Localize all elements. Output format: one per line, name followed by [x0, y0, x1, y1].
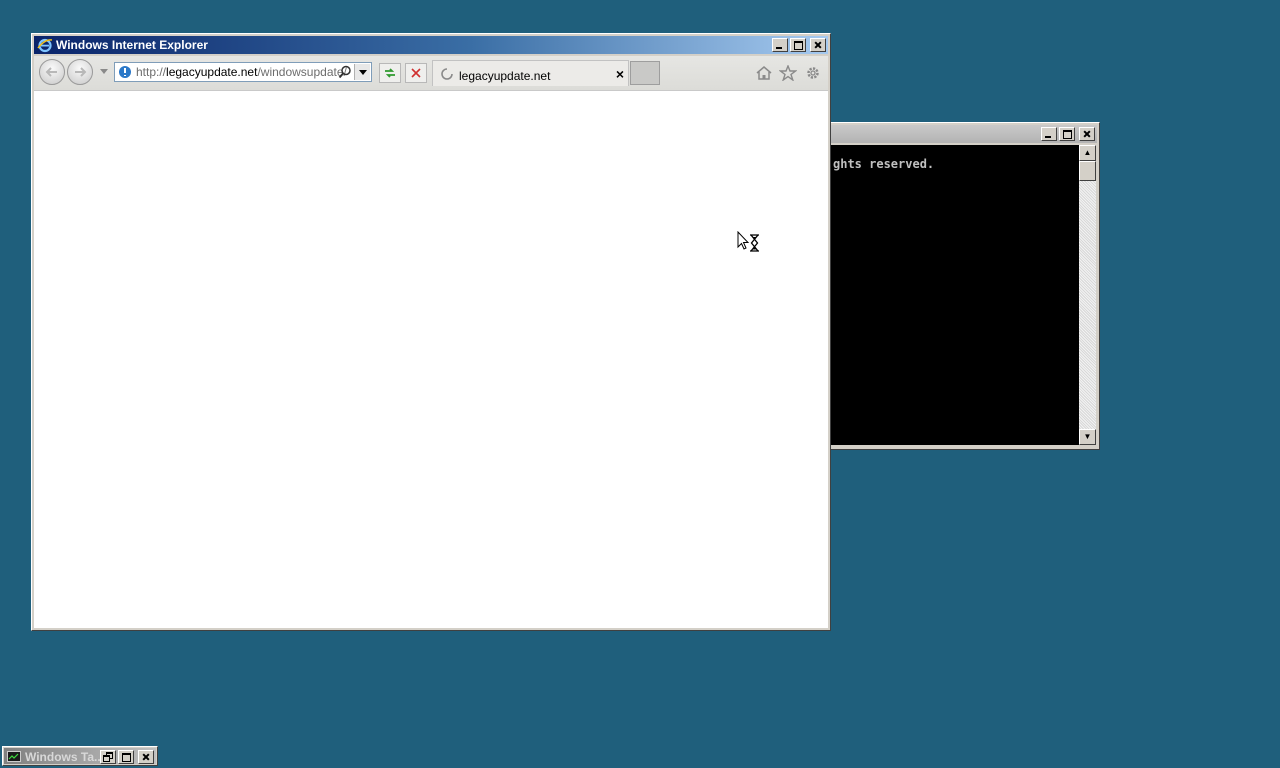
ie-minimize-button[interactable]	[772, 38, 788, 52]
busy-cursor-icon	[737, 231, 759, 252]
stop-button[interactable]	[405, 63, 427, 83]
search-icon[interactable]	[338, 65, 352, 79]
tools-gear-icon[interactable]	[804, 65, 822, 81]
home-icon[interactable]	[755, 65, 773, 81]
ie-caption-buttons	[772, 38, 826, 52]
console-close-button[interactable]	[1079, 127, 1095, 141]
restore-button[interactable]	[100, 750, 116, 764]
task-manager-icon	[7, 751, 21, 762]
address-url: http://legacyupdate.net/windowsupdate/	[136, 65, 347, 79]
refresh-button[interactable]	[379, 63, 401, 83]
console-text-line: ghts reserved.	[833, 157, 935, 171]
scroll-thumb[interactable]	[1079, 161, 1096, 181]
ie-close-button[interactable]	[810, 38, 826, 52]
ie-window-title: Windows Internet Explorer	[56, 38, 208, 52]
console-scrollbar[interactable]: ▲ ▼	[1079, 145, 1096, 445]
minimized-caption-buttons	[100, 750, 154, 764]
maximize-button[interactable]	[118, 750, 134, 764]
minimized-task-window[interactable]: Windows Ta...	[2, 746, 158, 766]
console-window[interactable]: ghts reserved. ▲ ▼	[828, 122, 1100, 450]
console-caption-buttons	[1041, 127, 1095, 141]
address-bar[interactable]: http://legacyupdate.net/windowsupdate/	[114, 62, 372, 82]
console-maximize-button[interactable]	[1059, 127, 1075, 141]
globe-icon	[119, 66, 131, 78]
console-titlebar[interactable]	[831, 125, 1097, 143]
refresh-icon	[385, 68, 395, 78]
ie-command-bar: http://legacyupdate.net/windowsupdate/ l…	[34, 56, 828, 90]
minimized-titlebar[interactable]: Windows Ta...	[4, 748, 156, 764]
console-minimize-button[interactable]	[1041, 127, 1057, 141]
minimized-window-title: Windows Ta...	[25, 750, 105, 764]
forward-button[interactable]	[67, 59, 93, 85]
page-viewport[interactable]	[34, 90, 828, 628]
new-tab-button[interactable]	[630, 61, 660, 85]
ie-logo-icon	[37, 38, 53, 53]
tab-label: legacyupdate.net	[459, 69, 551, 83]
console-output[interactable]: ghts reserved.	[831, 145, 1079, 445]
tab-legacyupdate[interactable]: legacyupdate.net ×	[432, 60, 629, 86]
favorites-star-icon[interactable]	[779, 65, 797, 81]
scroll-down-button[interactable]: ▼	[1079, 429, 1096, 445]
stop-icon	[411, 68, 421, 78]
address-dropdown-button[interactable]	[354, 64, 370, 80]
ie-maximize-button[interactable]	[790, 38, 806, 52]
recent-pages-dropdown[interactable]	[100, 69, 108, 74]
ie-window[interactable]: Windows Internet Explorer http://legacyu…	[31, 33, 831, 631]
scroll-up-button[interactable]: ▲	[1079, 145, 1096, 161]
back-button[interactable]	[39, 59, 65, 85]
loading-spinner-icon	[441, 68, 453, 80]
ie-titlebar[interactable]: Windows Internet Explorer	[34, 36, 828, 54]
forward-icon	[75, 67, 87, 77]
tab-close-button[interactable]: ×	[616, 66, 624, 82]
close-button[interactable]	[138, 750, 154, 764]
back-icon	[45, 67, 57, 77]
